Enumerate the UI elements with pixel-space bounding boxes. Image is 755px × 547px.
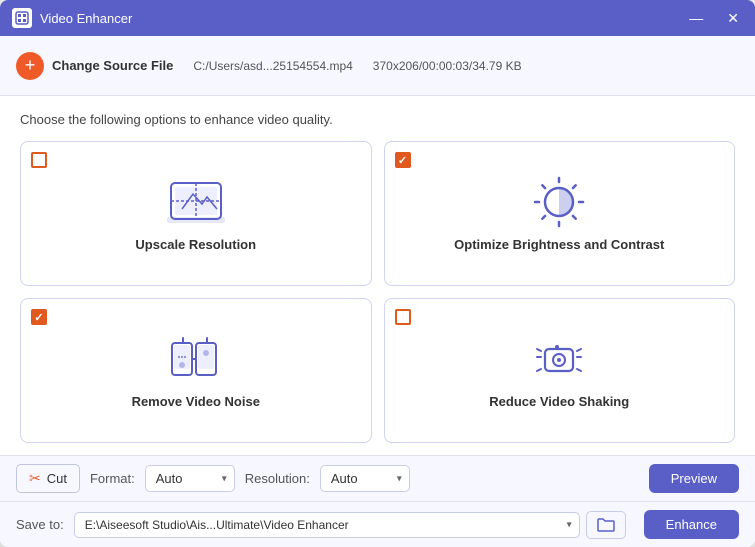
save-bar: Save to: E:\Aiseesoft Studio\Ais...Ultim… [0, 501, 755, 547]
option-brightness[interactable]: ✓ Optimize Br [384, 141, 736, 286]
noise-label: Remove Video Noise [132, 394, 260, 409]
option-noise[interactable]: ✓ Remove Vide [20, 298, 372, 443]
format-select-wrapper: Auto MP4 MOV AVI ▾ [145, 465, 235, 492]
checkbox-upscale[interactable] [31, 152, 49, 170]
close-button[interactable]: ✕ [723, 9, 743, 27]
checkbox-shaking[interactable] [395, 309, 413, 327]
cut-button[interactable]: ✂ Cut [16, 464, 80, 493]
checkbox-brightness-checked: ✓ [395, 152, 411, 168]
resolution-select[interactable]: Auto 1080p 720p 480p [320, 465, 410, 492]
shaking-label: Reduce Video Shaking [489, 394, 629, 409]
checkbox-noise-checked: ✓ [31, 309, 47, 325]
save-path-select-wrapper: E:\Aiseesoft Studio\Ais...Ultimate\Video… [74, 512, 580, 538]
format-bar: ✂ Cut Format: Auto MP4 MOV AVI ▾ Resolut… [0, 455, 755, 501]
folder-icon [597, 517, 615, 533]
title-bar-controls: — ✕ [685, 9, 743, 27]
option-upscale[interactable]: Upscale Resolution [20, 141, 372, 286]
app-icon [12, 8, 32, 28]
app-title: Video Enhancer [40, 11, 132, 26]
subtitle-text: Choose the following options to enhance … [20, 112, 735, 127]
title-bar: Video Enhancer — ✕ [0, 0, 755, 36]
main-content: Choose the following options to enhance … [0, 96, 755, 455]
toolbar: + Change Source File C:/Users/asd...2515… [0, 36, 755, 96]
app-window: Video Enhancer — ✕ + Change Source File … [0, 0, 755, 547]
option-shaking[interactable]: Reduce Video Shaking [384, 298, 736, 443]
checkbox-noise[interactable]: ✓ [31, 309, 49, 327]
resolution-label: Resolution: [245, 471, 310, 486]
scissors-icon: ✂ [29, 470, 41, 487]
plus-icon: + [16, 52, 44, 80]
save-path-select[interactable]: E:\Aiseesoft Studio\Ais...Ultimate\Video… [74, 512, 580, 538]
file-meta: 370x206/00:00:03/34.79 KB [373, 59, 522, 73]
preview-button[interactable]: Preview [649, 464, 739, 493]
save-path-wrapper: E:\Aiseesoft Studio\Ais...Ultimate\Video… [74, 511, 626, 539]
shaking-icon [529, 334, 589, 384]
change-source-button[interactable]: + Change Source File [16, 52, 173, 80]
brightness-label: Optimize Brightness and Contrast [454, 237, 664, 252]
change-source-label: Change Source File [52, 58, 173, 74]
checkbox-shaking-unchecked [395, 309, 411, 325]
checkbox-upscale-unchecked [31, 152, 47, 168]
minimize-button[interactable]: — [685, 9, 707, 27]
options-grid: Upscale Resolution ✓ [20, 141, 735, 443]
cut-label: Cut [47, 471, 67, 486]
title-bar-left: Video Enhancer [12, 8, 132, 28]
format-label: Format: [90, 471, 135, 486]
folder-button[interactable] [586, 511, 626, 539]
brightness-icon [529, 177, 589, 227]
upscale-icon [166, 177, 226, 227]
checkbox-brightness[interactable]: ✓ [395, 152, 413, 170]
resolution-select-wrapper: Auto 1080p 720p 480p ▾ [320, 465, 410, 492]
noise-icon [166, 334, 226, 384]
format-select[interactable]: Auto MP4 MOV AVI [145, 465, 235, 492]
save-to-label: Save to: [16, 517, 64, 532]
file-path: C:/Users/asd...25154554.mp4 [193, 59, 352, 73]
enhance-button[interactable]: Enhance [644, 510, 739, 539]
upscale-label: Upscale Resolution [135, 237, 256, 252]
